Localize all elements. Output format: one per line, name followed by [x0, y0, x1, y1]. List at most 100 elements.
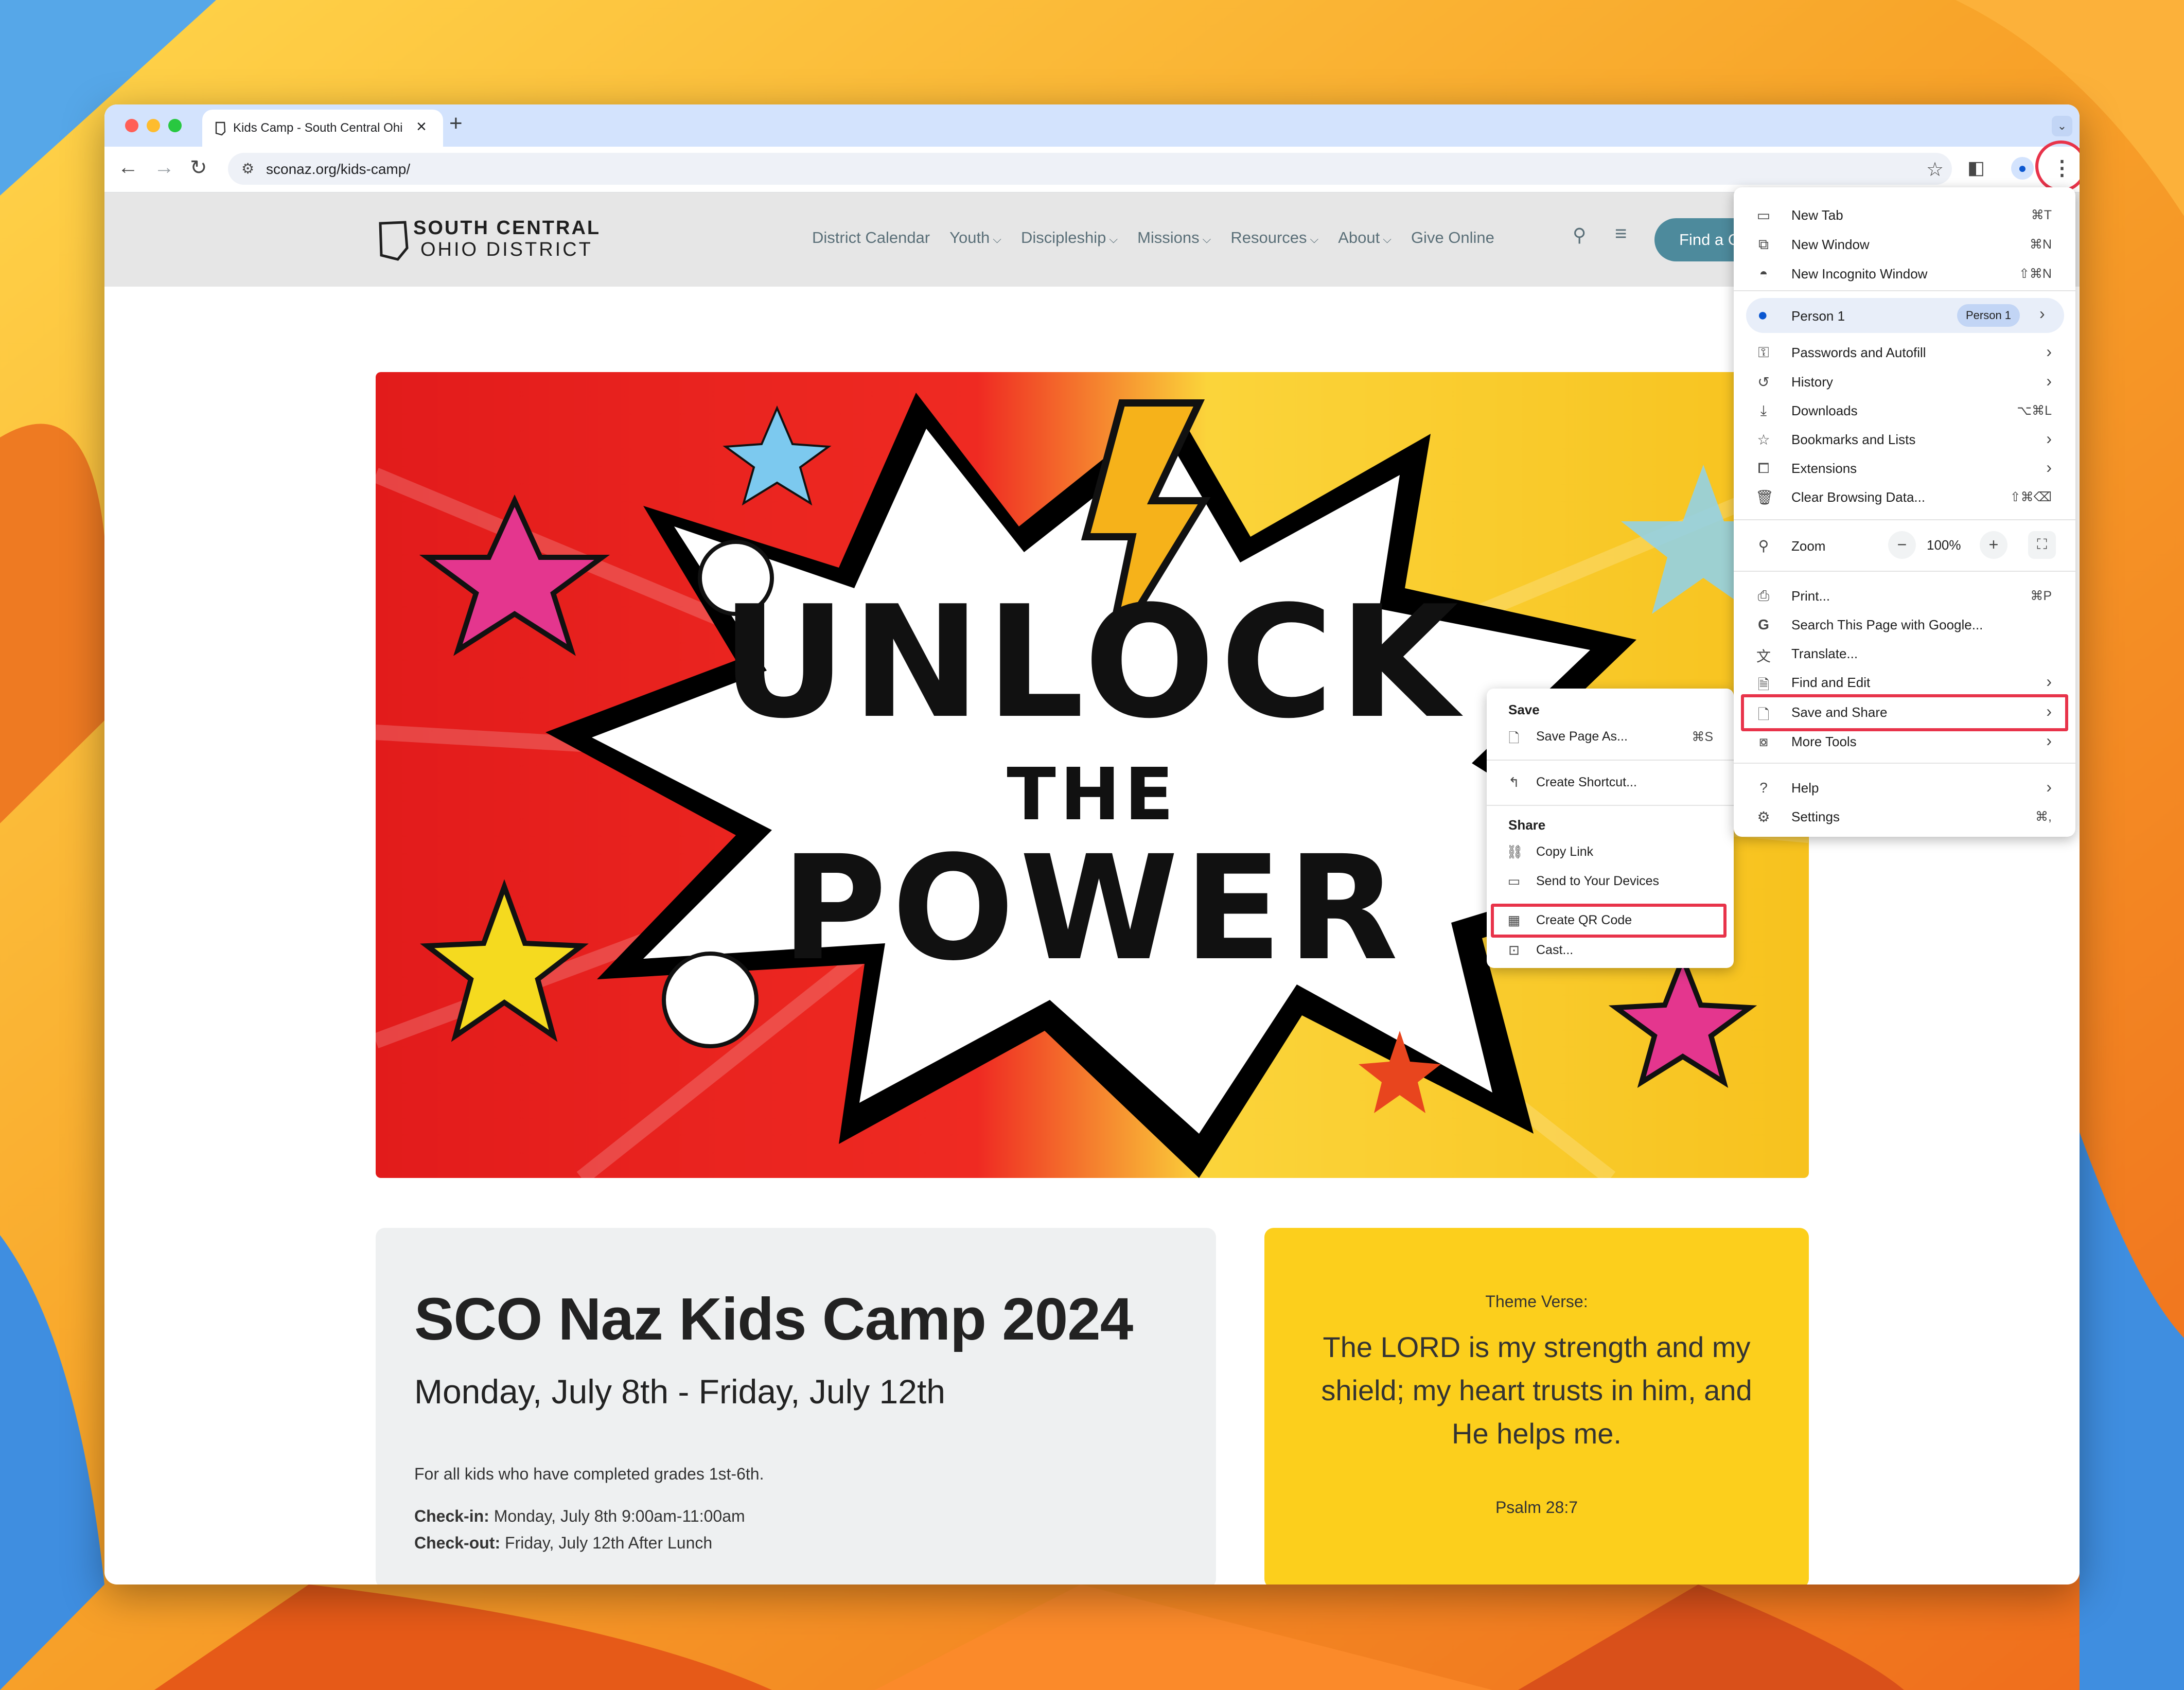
- ohio-outline-favicon-icon: [215, 121, 226, 136]
- reload-icon[interactable]: ↻: [190, 156, 207, 180]
- bookmark-star-icon[interactable]: ☆: [1926, 158, 1944, 181]
- site-navigation: District Calendar Youth ⌵ Discipleship ⌵ M…: [812, 228, 1494, 249]
- create-shortcut-item[interactable]: ↰ Create Shortcut...: [1487, 768, 1734, 797]
- chevron-down-icon: ⌵: [1383, 233, 1392, 245]
- download-icon: ⤓: [1760, 402, 1767, 418]
- new-tab-item[interactable]: ▭ New Tab ⌘T: [1734, 201, 2075, 230]
- nav-discipleship[interactable]: Discipleship ⌵: [1021, 228, 1118, 249]
- camp-title: SCO Naz Kids Camp 2024: [414, 1286, 1133, 1352]
- url-text[interactable]: sconaz.org/kids-camp/: [266, 161, 410, 178]
- help-circle-icon: ?: [1759, 780, 1768, 796]
- zoom-level: 100%: [1927, 537, 1961, 553]
- zoom-magnifier-icon: ⚲: [1758, 538, 1769, 554]
- new-tab-icon[interactable]: +: [449, 111, 463, 136]
- divider: [1734, 571, 2075, 572]
- verse-reference: Psalm 28:7: [1495, 1498, 1578, 1517]
- camp-info-card: SCO Naz Kids Camp 2024 Monday, July 8th …: [376, 1228, 1216, 1585]
- nav-resources[interactable]: Resources ⌵: [1230, 228, 1318, 249]
- logo-line-1[interactable]: SOUTH CENTRAL: [413, 217, 601, 239]
- chevron-down-icon: ⌵: [1202, 233, 1211, 245]
- gear-icon: ⚙: [1757, 809, 1770, 825]
- save-share-highlight-box: [1741, 694, 2068, 731]
- tab-search-chevron-icon[interactable]: ⌄: [2052, 116, 2072, 136]
- new-tab-item-icon: ▭: [1756, 207, 1771, 223]
- nav-youth[interactable]: Youth ⌵: [949, 228, 1001, 249]
- nav-missions[interactable]: Missions ⌵: [1137, 228, 1211, 249]
- link-icon: ⛓: [1506, 844, 1524, 859]
- close-window-button[interactable]: [125, 119, 138, 132]
- kebab-highlight-circle: [2035, 140, 2080, 192]
- settings-item[interactable]: ⚙ Settings ⌘,: [1734, 802, 2075, 831]
- more-tools-item[interactable]: ⧇ More Tools ›: [1734, 727, 2075, 756]
- address-bar[interactable]: ⚙ sconaz.org/kids-camp/ ☆: [228, 153, 1952, 185]
- save-page-as-item[interactable]: 🗋 Save Page As... ⌘S: [1487, 723, 1734, 751]
- new-window-item[interactable]: ⧉ New Window ⌘N: [1734, 230, 2075, 259]
- divider: [1487, 805, 1734, 806]
- chevron-right-icon: ›: [2046, 372, 2052, 390]
- profile-row[interactable]: ● Person 1 Person 1 ›: [1746, 298, 2064, 333]
- chevron-right-icon: ›: [2046, 672, 2052, 691]
- chevron-right-icon: ›: [2046, 342, 2052, 361]
- incognito-icon: ◓: [1759, 266, 1768, 281]
- nav-about[interactable]: About ⌵: [1338, 228, 1392, 249]
- tab-close-icon[interactable]: ×: [416, 117, 427, 137]
- translate-item[interactable]: 文 Translate...: [1734, 639, 2075, 668]
- send-to-devices-item[interactable]: ▭ Send to Your Devices: [1487, 867, 1734, 896]
- site-info-tune-icon[interactable]: ⚙: [241, 160, 254, 177]
- printer-icon: ⎙: [1757, 588, 1770, 604]
- verse-label: Theme Verse:: [1485, 1292, 1588, 1311]
- profile-avatar-icon[interactable]: ●: [2011, 157, 2034, 180]
- search-page-google-item[interactable]: G Search This Page with Google...: [1734, 610, 2075, 639]
- cast-item[interactable]: ⊡ Cast...: [1487, 936, 1734, 965]
- camp-dates: Monday, July 8th - Friday, July 12th: [414, 1372, 945, 1411]
- zoom-out-button[interactable]: −: [1888, 531, 1916, 559]
- nav-district-calendar[interactable]: District Calendar: [812, 228, 930, 249]
- chevron-right-icon: ›: [2046, 731, 2052, 750]
- qr-code-highlight-box: [1491, 904, 1727, 938]
- maximize-window-button[interactable]: [168, 119, 182, 132]
- history-item[interactable]: ↺ History ›: [1734, 367, 2075, 396]
- toolbox-icon: ⧇: [1759, 733, 1768, 749]
- help-item[interactable]: ? Help ›: [1734, 773, 2075, 802]
- translate-icon: 文: [1756, 648, 1771, 664]
- submenu-share-heading: Share: [1508, 817, 1546, 833]
- browser-tab[interactable]: Kids Camp - South Central Ohio District …: [202, 110, 443, 147]
- chevron-down-icon: ⌵: [993, 233, 1001, 245]
- clear-browsing-data-item[interactable]: 🗑 Clear Browsing Data... ⇧⌘⌫: [1734, 483, 2075, 512]
- zoom-row: ⚲ Zoom − 100% + ⛶: [1734, 527, 2075, 563]
- zoom-in-button[interactable]: +: [1980, 531, 2007, 559]
- nav-give-online[interactable]: Give Online: [1411, 228, 1494, 249]
- theme-verse-card: Theme Verse: The LORD is my strength and…: [1264, 1228, 1809, 1585]
- cast-icon: ⊡: [1508, 942, 1520, 958]
- verse-text: The LORD is my strength and my shield; m…: [1321, 1331, 1752, 1450]
- logo-line-2[interactable]: OHIO DISTRICT: [420, 239, 593, 261]
- profile-badge: Person 1: [1957, 304, 2020, 327]
- save-and-share-submenu: Save 🗋 Save Page As... ⌘S ↰ Create Short…: [1487, 689, 1734, 968]
- trash-icon: 🗑: [1755, 489, 1774, 505]
- copy-link-item[interactable]: ⛓ Copy Link: [1487, 838, 1734, 867]
- divider: [1487, 760, 1734, 761]
- back-arrow-icon[interactable]: ←: [118, 156, 138, 179]
- chevron-down-icon: ⌵: [1109, 233, 1118, 245]
- new-incognito-window-item[interactable]: ◓ New Incognito Window ⇧⌘N: [1734, 259, 2075, 288]
- hamburger-menu-icon[interactable]: ≡: [1615, 222, 1627, 245]
- site-search-icon[interactable]: ⚲: [1573, 224, 1586, 246]
- side-panel-icon[interactable]: ◧: [1967, 157, 1985, 179]
- downloads-item[interactable]: ⤓ Downloads ⌥⌘L: [1734, 396, 2075, 425]
- forward-arrow-icon[interactable]: →: [154, 156, 174, 179]
- find-edit-item[interactable]: 🗎 Find and Edit ›: [1734, 668, 2075, 697]
- ohio-outline-logo-icon: [379, 221, 409, 261]
- passwords-autofill-item[interactable]: ⚿ Passwords and Autofill ›: [1734, 338, 2075, 367]
- print-item[interactable]: ⎙ Print... ⌘P: [1734, 582, 2075, 610]
- chevron-right-icon: ›: [2039, 304, 2045, 323]
- devices-icon: ▭: [1507, 873, 1521, 889]
- minimize-window-button[interactable]: [147, 119, 160, 132]
- bookmarks-lists-item[interactable]: ☆ Bookmarks and Lists ›: [1734, 425, 2075, 454]
- tab-strip: Kids Camp - South Central Ohio District …: [104, 104, 2080, 147]
- divider: [1734, 290, 2075, 291]
- person-icon: ●: [1757, 305, 1768, 325]
- shortcut-arrow-icon: ↰: [1508, 774, 1520, 790]
- chevron-right-icon: ›: [2046, 778, 2052, 796]
- fullscreen-icon[interactable]: ⛶: [2028, 531, 2056, 559]
- extensions-item[interactable]: ⧠ Extensions ›: [1734, 454, 2075, 483]
